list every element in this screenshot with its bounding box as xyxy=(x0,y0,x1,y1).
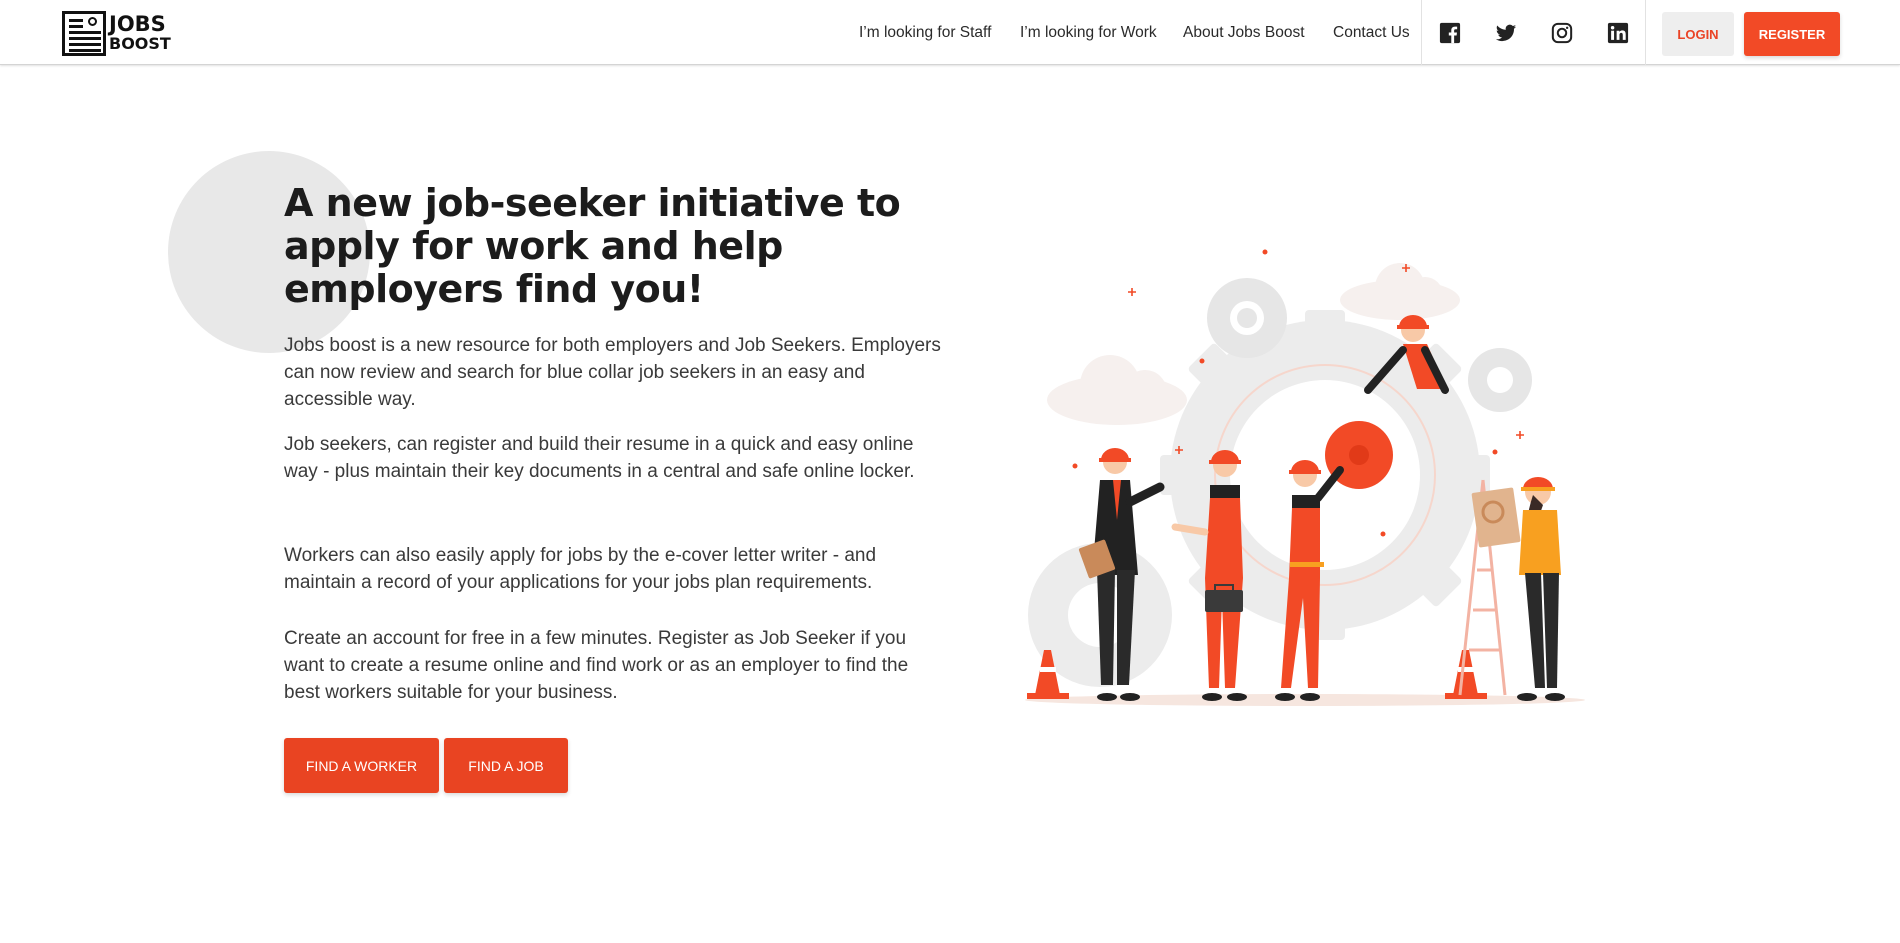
register-button[interactable]: REGISTER xyxy=(1744,12,1840,56)
logo-line-1: JOBS xyxy=(109,12,166,36)
find-a-job-button[interactable]: FIND A JOB xyxy=(444,738,568,793)
traffic-cone-right xyxy=(1445,650,1487,699)
logo-icon xyxy=(62,10,106,56)
nav-link-label[interactable]: I’m looking for Staff xyxy=(859,24,991,42)
facebook-icon[interactable] xyxy=(1439,22,1461,44)
twitter-icon[interactable] xyxy=(1495,22,1517,44)
cloud-left xyxy=(1047,355,1187,425)
login-button[interactable]: LOGIN xyxy=(1662,12,1734,56)
nav-looking-for-work[interactable]: I’m looking for Work xyxy=(1020,0,1157,65)
hero-paragraph-job-seekers: Job seekers, can register and build thei… xyxy=(284,434,915,482)
worker-engineer xyxy=(1471,477,1565,701)
nav-link-label[interactable]: About Jobs Boost xyxy=(1183,24,1305,42)
logo-wordmark: JOBS BOOST xyxy=(109,14,171,52)
nav-link-label[interactable]: Contact Us xyxy=(1333,24,1410,42)
cloud-right xyxy=(1340,263,1460,320)
hero-paragraph-employers: Jobs boost is a new resource for both em… xyxy=(284,335,941,410)
gear-right-icon xyxy=(1468,348,1532,412)
workers-gears-illustration xyxy=(1025,249,1585,706)
logo-line-2: BOOST xyxy=(109,34,171,53)
hero-paragraph-create-account: Create an account for free in a few minu… xyxy=(284,628,909,703)
nav-about-jobs-boost[interactable]: About Jobs Boost xyxy=(1183,0,1305,65)
nav-divider xyxy=(1421,0,1422,65)
hero-headline: A new job-seeker initiative to apply for… xyxy=(284,181,901,311)
instagram-icon[interactable] xyxy=(1551,22,1573,44)
gear-top-icon xyxy=(1207,278,1287,358)
linkedin-icon[interactable] xyxy=(1607,22,1629,44)
hero-paragraph-workers: Workers can also easily apply for jobs b… xyxy=(284,545,877,593)
nav-looking-for-staff[interactable]: I’m looking for Staff xyxy=(859,0,991,65)
find-a-worker-button[interactable]: FIND A WORKER xyxy=(284,738,439,793)
nav-divider xyxy=(1645,0,1646,65)
nav-link-label[interactable]: I’m looking for Work xyxy=(1020,24,1157,42)
jobs-boost-logo[interactable]: JOBS BOOST xyxy=(62,9,172,57)
nav-contact-us[interactable]: Contact Us xyxy=(1333,0,1410,65)
site-header: JOBS BOOST I’m looking for Staff I’m loo… xyxy=(0,0,1900,65)
